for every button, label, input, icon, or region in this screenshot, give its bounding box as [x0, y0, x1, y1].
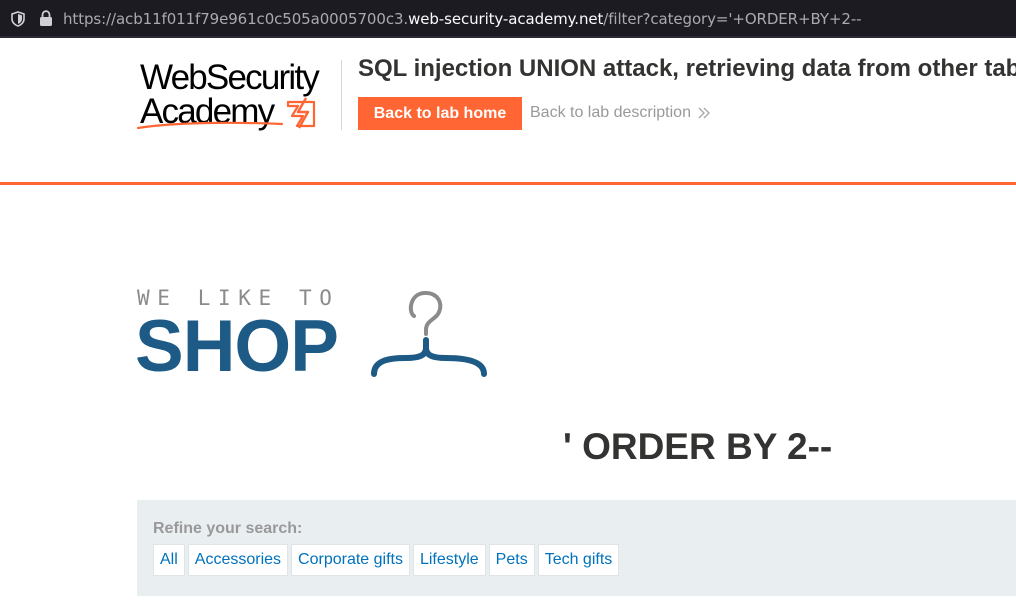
logo-lightning-icon — [136, 97, 316, 130]
back-to-lab-home-button[interactable]: Back to lab home — [358, 97, 522, 130]
filter-accessories[interactable]: Accessories — [187, 544, 289, 576]
shop-logo[interactable]: WE LIKE TO SHOP — [135, 285, 496, 387]
academy-lab-header: WebSecurity Academy SQL injection UNION … — [0, 38, 1016, 185]
clothes-hanger-icon — [371, 290, 487, 377]
search-heading: ' ORDER BY 2-- — [563, 426, 833, 467]
back-to-lab-description-label: Back to lab description — [530, 104, 691, 121]
filter-corporate-gifts[interactable]: Corporate gifts — [291, 544, 410, 576]
tracking-protection-shield-icon[interactable] — [11, 11, 25, 27]
filter-lifestyle[interactable]: Lifestyle — [412, 544, 486, 576]
header-orange-rule — [0, 182, 1016, 185]
lock-icon[interactable] — [39, 10, 53, 27]
category-filter-panel: Refine your search: All Accessories Corpor… — [137, 500, 1016, 596]
double-chevron-right-icon — [698, 107, 710, 119]
web-security-academy-logo[interactable]: WebSecurity Academy — [136, 58, 326, 138]
header-divider — [341, 60, 342, 130]
filter-all[interactable]: All — [153, 544, 185, 576]
url-prefix: https://acb11f011f79e961c0c505a0005700c3… — [63, 10, 409, 28]
url-path: /filter?category='+ORDER+BY+2-- — [603, 10, 862, 28]
url-text[interactable]: https://acb11f011f79e961c0c505a0005700c3… — [63, 10, 862, 28]
category-filter-list: All Accessories Corporate gifts Lifestyle Pe… — [153, 544, 622, 576]
filter-tech-gifts[interactable]: Tech gifts — [537, 544, 620, 576]
shop-name: SHOP — [135, 306, 339, 387]
back-to-lab-description-link[interactable]: Back to lab description — [530, 104, 711, 122]
url-domain: web-security-academy.net — [408, 10, 604, 28]
refine-search-label: Refine your search: — [153, 520, 303, 537]
filter-pets[interactable]: Pets — [488, 544, 535, 576]
browser-address-bar[interactable]: https://acb11f011f79e961c0c505a0005700c3… — [0, 0, 1016, 38]
lab-title: SQL injection UNION attack, retrieving d… — [358, 55, 1016, 82]
